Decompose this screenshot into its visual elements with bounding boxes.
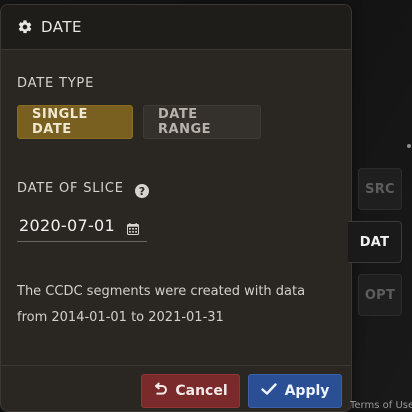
info-line-1: The CCDC segments were created with data: [17, 284, 306, 299]
date-type-toggle: SINGLE DATE DATE RANGE: [17, 105, 261, 139]
tab-src[interactable]: SRC: [358, 168, 402, 210]
check-icon: [260, 383, 277, 399]
panel-header: DATE: [1, 5, 351, 50]
date-value[interactable]: 2020-07-01: [19, 216, 115, 235]
cancel-label: Cancel: [175, 383, 228, 399]
gear-icon: [17, 19, 33, 35]
bottom-footer-link[interactable]: Terms of Use: [350, 400, 412, 410]
date-of-slice-label: DATE OF SLICE: [17, 181, 124, 196]
calendar-icon[interactable]: [127, 220, 139, 235]
tab-dat[interactable]: DAT: [348, 221, 402, 263]
footer-divider: [1, 365, 351, 366]
apply-button[interactable]: Apply: [248, 374, 342, 408]
undo-icon: [153, 382, 168, 400]
apply-label: Apply: [284, 383, 330, 399]
question-circle-icon[interactable]: ?: [135, 184, 149, 198]
panel-edge-dot: [407, 144, 411, 148]
single-date-button[interactable]: SINGLE DATE: [17, 105, 133, 139]
segments-info-text: The CCDC segments were created with data…: [17, 279, 327, 331]
date-type-label: DATE TYPE: [17, 76, 95, 91]
date-input[interactable]: 2020-07-01: [17, 211, 147, 242]
info-line-2: from 2014-01-01 to 2021-01-31: [17, 310, 224, 325]
cancel-button[interactable]: Cancel: [141, 374, 240, 408]
date-panel: DATE DATE TYPE SINGLE DATE DATE RANGE DA…: [0, 4, 352, 412]
tab-opt[interactable]: OPT: [358, 274, 402, 316]
panel-title: DATE: [41, 18, 83, 36]
date-range-button[interactable]: DATE RANGE: [143, 105, 261, 139]
